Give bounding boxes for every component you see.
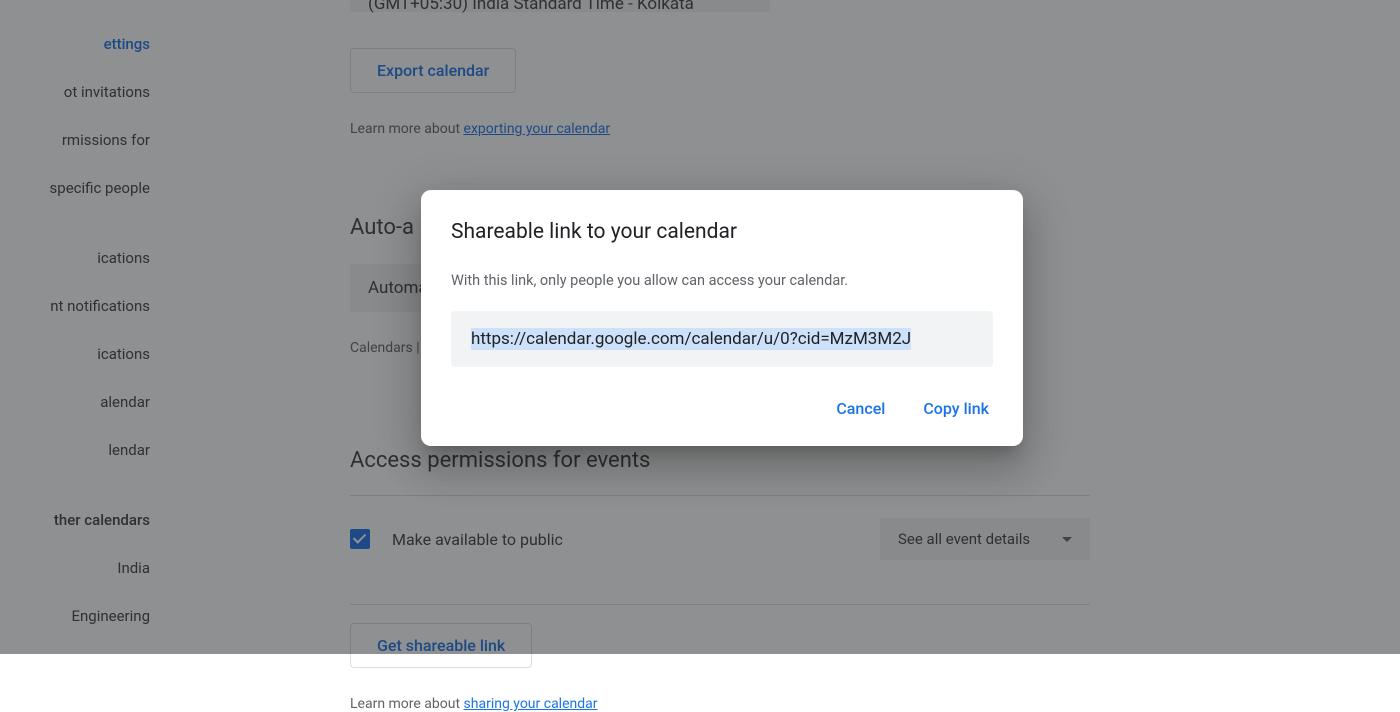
copy-link-button[interactable]: Copy link (919, 391, 993, 426)
shareable-link-text: https://calendar.google.com/calendar/u/0… (471, 328, 911, 350)
cancel-button[interactable]: Cancel (832, 391, 889, 426)
dialog-title: Shareable link to your calendar (451, 220, 993, 244)
dialog-actions: Cancel Copy link (451, 391, 993, 426)
shareable-link-field[interactable]: https://calendar.google.com/calendar/u/0… (451, 311, 993, 367)
sharing-help: Learn more about sharing your calendar (350, 696, 1090, 712)
dialog-description: With this link, only people you allow ca… (451, 272, 993, 289)
sharing-help-link[interactable]: sharing your calendar (464, 696, 598, 712)
shareable-link-dialog: Shareable link to your calendar With thi… (421, 190, 1023, 446)
